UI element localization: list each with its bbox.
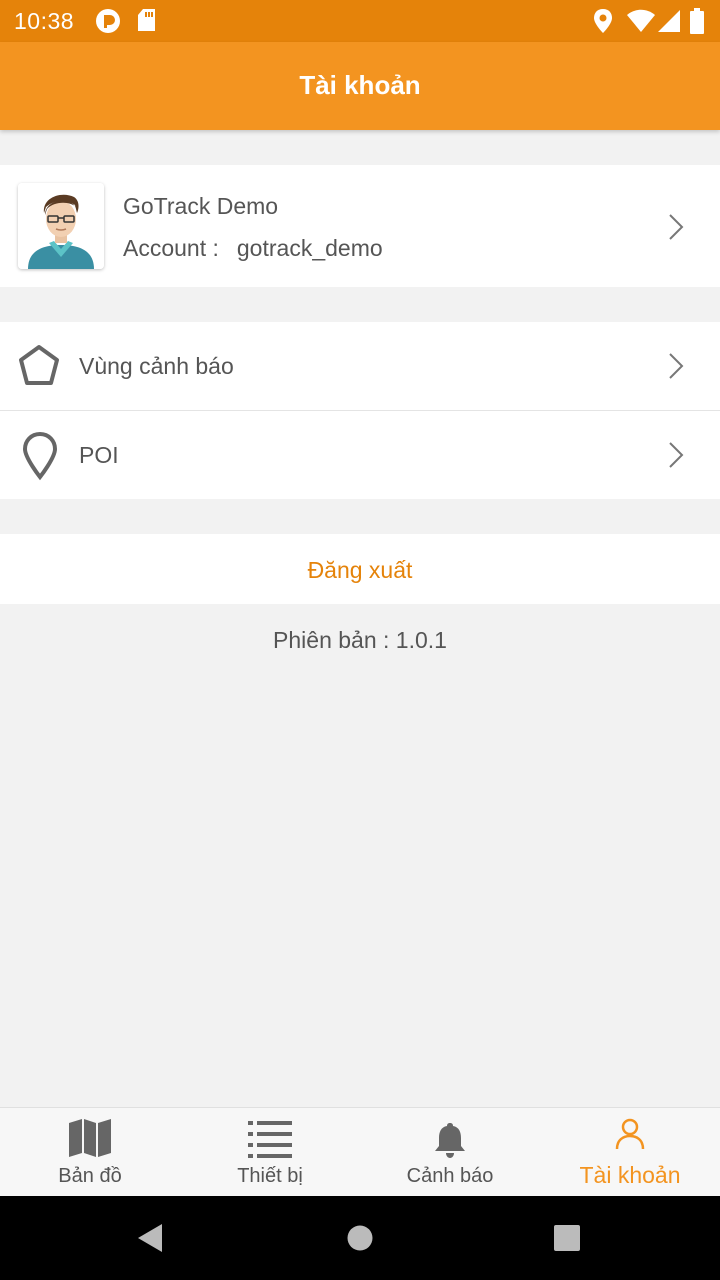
tab-devices[interactable]: Thiết bị [180,1108,360,1197]
version-text: Phiên bản : 1.0.1 [273,627,447,653]
tab-label: Bản đồ [58,1165,122,1187]
tab-alerts[interactable]: Cảnh báo [360,1108,540,1197]
bottom-tab-bar: Bản đồ Thiết bị Cảnh báo Tài khoản [0,1107,720,1196]
user-icon [615,1118,645,1150]
back-icon[interactable] [136,1222,164,1254]
map-pin-icon [22,431,58,481]
polygon-icon [19,345,59,385]
logout-button[interactable]: Đăng xuất [0,534,720,604]
recents-icon[interactable] [554,1225,580,1251]
menu-card: Vùng cảnh báo POI [0,322,720,499]
tab-label: Tài khoản [579,1162,681,1188]
account-value: gotrack_demo [236,235,383,261]
app-notification-icon [96,9,120,33]
home-icon[interactable] [347,1225,373,1251]
logout-label: Đăng xuất [307,557,413,583]
location-icon [594,9,612,33]
system-nav-bar [0,1196,720,1280]
list-icon [248,1121,292,1158]
tab-label: Thiết bị [237,1165,303,1187]
wifi-icon [627,9,655,32]
sd-card-icon [138,9,155,31]
chevron-right-icon [669,442,684,468]
tab-account[interactable]: Tài khoản [540,1108,720,1197]
battery-icon [690,8,704,34]
avatar [18,183,104,269]
bell-icon [435,1123,465,1158]
menu-item-label: POI [79,442,119,468]
tab-label: Cảnh báo [406,1165,494,1187]
menu-item-label: Vùng cảnh báo [79,353,234,379]
page-title: Tài khoản [299,70,421,100]
status-time: 10:38 [14,8,75,34]
app-bar: Tài khoản [0,42,720,130]
map-icon [69,1119,111,1157]
status-bar: 10:38 [0,0,720,42]
chevron-right-icon [669,353,684,379]
menu-item-warning-zone[interactable]: Vùng cảnh báo [0,322,720,410]
menu-item-poi[interactable]: POI [0,411,720,499]
user-avatar-icon [18,183,104,269]
account-label: Account : [123,235,219,261]
signal-icon [658,10,680,32]
profile-card[interactable]: GoTrack Demo Account : gotrack_demo [0,165,720,287]
tab-map[interactable]: Bản đồ [0,1108,180,1197]
profile-name: GoTrack Demo [123,193,279,219]
profile-account: Account : gotrack_demo [123,235,383,262]
chevron-right-icon [669,214,684,240]
